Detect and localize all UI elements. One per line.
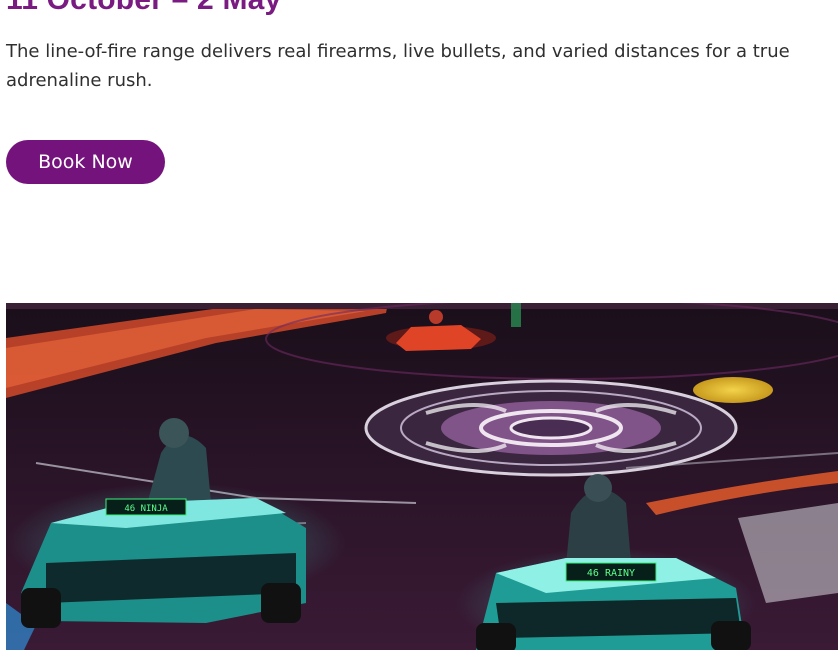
kart-right-plate: 46 RAINY xyxy=(587,568,635,579)
center-floor-emblem xyxy=(364,379,738,477)
event-date-range: 11 October – 2 May xyxy=(6,0,281,16)
go-kart-arena-image: 46 NINJA 46 RAINY xyxy=(6,303,838,650)
event-description: The line-of-fire range delivers real fir… xyxy=(6,41,790,91)
kart-left-plate: 46 NINJA xyxy=(124,504,168,514)
book-now-button[interactable]: Book Now xyxy=(6,140,165,184)
